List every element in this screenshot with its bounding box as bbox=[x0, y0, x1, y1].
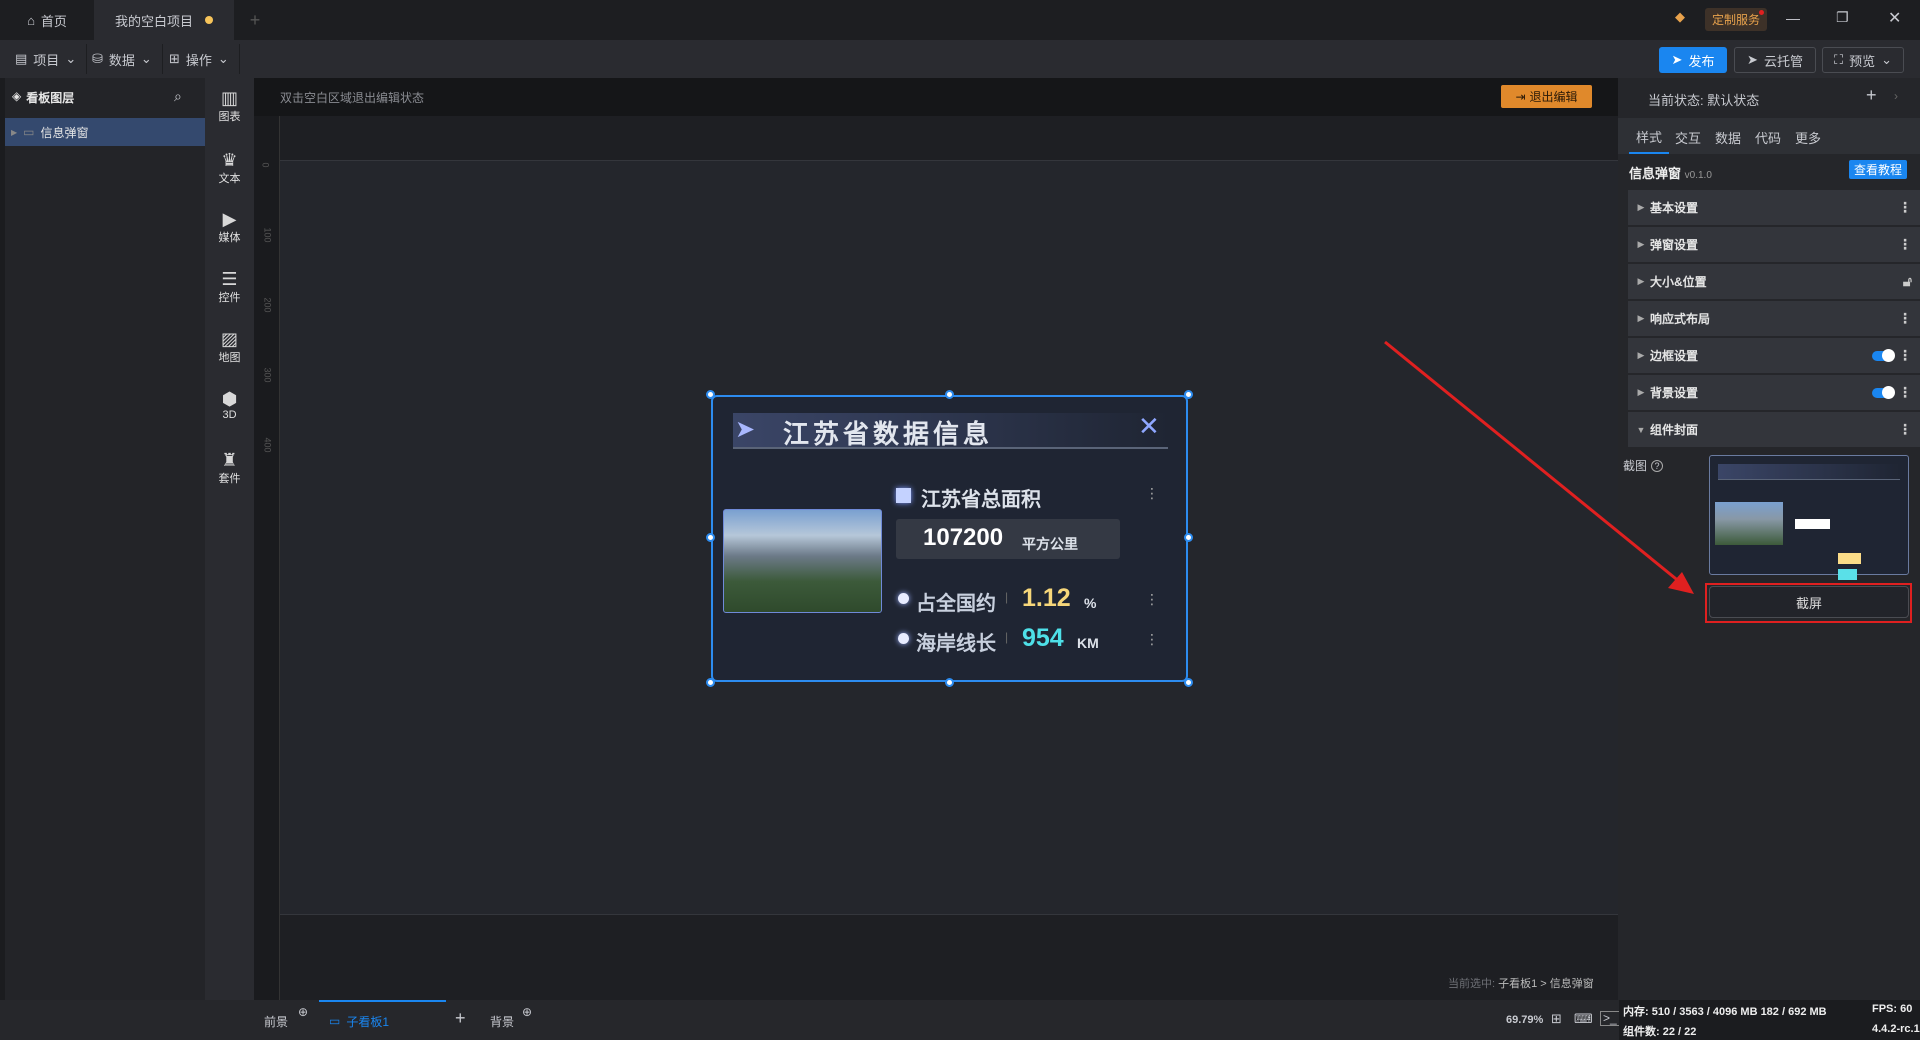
add-foreground-icon[interactable]: ⊕ bbox=[298, 1005, 308, 1019]
background-tab[interactable]: 背景 bbox=[490, 1013, 514, 1030]
annotation-arrow bbox=[1384, 340, 1694, 594]
board-label: 子看板1 bbox=[346, 1014, 390, 1029]
add-board-button[interactable]: + bbox=[455, 1008, 466, 1029]
foreground-tab[interactable]: 前景 bbox=[264, 1013, 288, 1030]
terminal-icon[interactable]: >_ bbox=[1600, 1011, 1620, 1026]
component-count: 组件数: 22 / 22 bbox=[1623, 1026, 1697, 1038]
fit-screen-icon[interactable]: ⊞ bbox=[1551, 1011, 1562, 1027]
board-icon: ▭ bbox=[329, 1014, 341, 1028]
board-tab[interactable]: ▭ 子看板1 bbox=[319, 1000, 446, 1040]
add-background-icon[interactable]: ⊕ bbox=[522, 1005, 532, 1019]
memory-stats: 内存: 510 / 3563 / 4096 MB 182 / 692 MB bbox=[1623, 1006, 1827, 1018]
keyboard-icon[interactable]: ⌨ bbox=[1574, 1011, 1593, 1027]
fps-stats: FPS: 60 bbox=[1872, 1003, 1913, 1015]
app-version: 4.4.2-rc.1 bbox=[1872, 1023, 1920, 1035]
zoom-level[interactable]: 69.79% bbox=[1506, 1014, 1543, 1026]
